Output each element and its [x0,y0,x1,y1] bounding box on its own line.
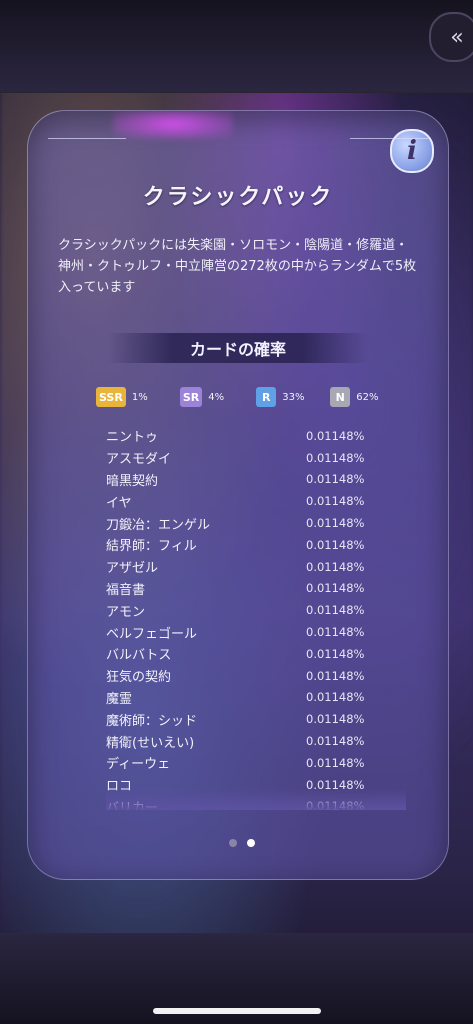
rarity-badge: SSR [96,387,126,407]
page-dot[interactable] [229,839,237,847]
title-divider-right [350,138,428,139]
card-probability: 0.01148% [306,428,365,443]
card-probability: 0.01148% [306,734,365,749]
card-name: アモン [106,604,146,620]
list-item: 結界師：フィル 0.01148% [106,534,406,556]
rarity-item: SR 4% [179,387,244,407]
card-name: ベルフェゴール [106,626,198,642]
card-name: ディーウェ [106,757,171,773]
rarity-percent: 4% [208,391,225,403]
list-item: 精衛(せいえい) 0.01148% [106,730,406,752]
card-probability: 0.01148% [306,755,365,770]
card-name: 魔霊 [106,691,133,707]
card-probability: 0.01148% [306,690,365,705]
double-chevron-left-icon: « [450,24,464,50]
card-probability: 0.01148% [306,646,365,661]
list-item: アザゼル 0.01148% [106,556,406,578]
rarity-percent: 1% [131,391,148,403]
rarity-item: R 33% [256,387,318,407]
card-probability: 0.01148% [306,472,365,487]
card-probability: 0.01148% [306,494,365,509]
list-item: アスモダイ 0.01148% [106,447,406,469]
card-probability: 0.01148% [306,559,365,574]
pack-title: クラシックパック [142,185,334,210]
bottom-bar [0,933,473,1024]
list-item: ニントゥ 0.01148% [106,425,406,447]
card-name: 結界師：フィル [106,539,197,555]
list-item: 狂気の契約 0.01148% [106,665,406,687]
card-name: 福音書 [106,582,146,598]
card-name: アザゼル [106,561,159,577]
card-probability: 0.01148% [306,581,365,596]
card-name: 狂気の契約 [106,670,172,686]
title-row: クラシックパック [28,177,448,213]
list-item: 福音書 0.01148% [106,578,406,600]
card-name: 暗黒契約 [106,473,159,489]
list-item: ベルフェゴール 0.01148% [106,621,406,643]
card-probability: 0.01148% [306,668,365,683]
card-probability: 0.01148% [306,625,365,640]
list-item: 暗黒契約 0.01148% [106,469,406,491]
pack-description: クラシックパックには失楽園・ソロモン・陰陽道・修羅道・神州・クトゥルフ・中立陣営… [58,238,417,295]
list-item: バルバトス 0.01148% [106,643,406,665]
section-title: カードの確率 [189,340,286,359]
section-header: カードの確率 [108,333,368,363]
card-name: バルバトス [106,648,172,664]
pack-detail-card: i クラシックパック クラシックパックには失楽園・ソロモン・陰陽道・修羅道・神州… [27,110,449,880]
title-divider-left [48,138,126,139]
page-dot[interactable] [247,839,255,847]
rarity-percent: 33% [282,391,305,403]
card-name: 魔術師：シッド [106,713,198,729]
tab-glow [113,111,233,139]
home-indicator[interactable] [153,1008,321,1014]
list-item: 刀鍛冶：エンゲル 0.01148% [106,512,406,534]
list-item: ディーウェ 0.01148% [106,752,406,774]
card-probability: 0.01148% [306,603,365,618]
card-probability-list[interactable]: ニントゥ 0.01148% アスモダイ 0.01148% 暗黒契約 0.01148% イヤ 0… [106,425,406,810]
card-name: 精衛(せいえい) [106,735,195,751]
list-item: イヤ 0.01148% [106,490,406,512]
list-item: 魔術師：シッド 0.01148% [106,708,406,730]
list-item: 魔霊 0.01148% [106,687,406,709]
card-probability: 0.01148% [306,516,365,531]
rarity-rates: SSR 1% SR 4% R 33% N 62% [96,386,396,408]
card-name: イヤ [106,495,132,511]
rarity-badge: R [256,387,277,407]
card-probability: 0.01148% [306,450,365,465]
info-icon: i [407,136,417,166]
card-probability: 0.01148% [306,712,365,727]
rarity-percent: 62% [356,391,379,403]
card-name: アスモダイ [106,452,172,468]
rarity-item: SSR 1% [96,387,168,407]
card-name: ニントゥ [106,430,159,446]
info-button[interactable]: i [390,129,434,173]
top-bar: « [0,0,473,93]
rarity-badge: SR [179,387,203,407]
back-button[interactable]: « [429,12,473,62]
rarity-item: N 62% [330,387,392,407]
page-indicator [224,839,260,847]
card-name: 刀鍛冶：エンゲル [106,517,211,533]
list-item: アモン 0.01148% [106,599,406,621]
list-fade [106,788,406,810]
rarity-badge: N [330,387,351,407]
card-probability: 0.01148% [306,537,365,552]
